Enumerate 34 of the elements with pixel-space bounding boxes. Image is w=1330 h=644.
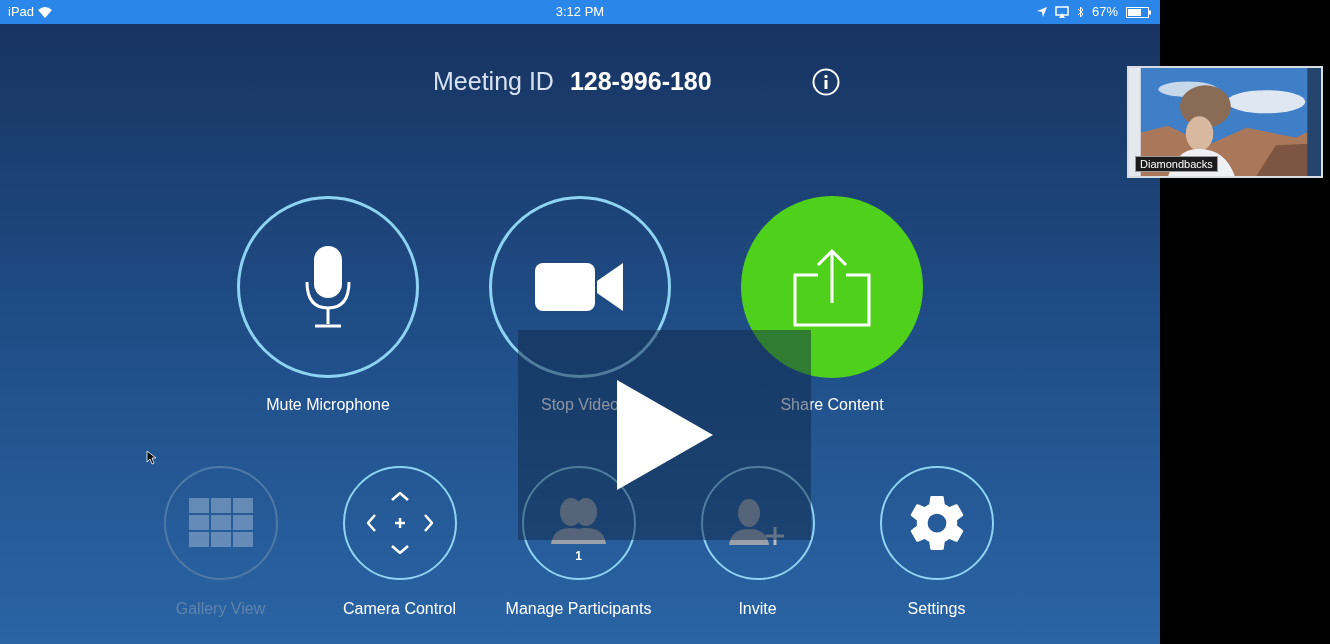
- video-thumbnail[interactable]: Diamondbacks: [1127, 66, 1323, 178]
- control-label: Share Content: [780, 395, 884, 415]
- airplay-icon: [1054, 6, 1069, 18]
- mouse-cursor-icon: [146, 450, 156, 465]
- control-label: Stop Video: [541, 395, 619, 415]
- participant-count: 1: [575, 548, 582, 564]
- wifi-icon: [38, 6, 53, 18]
- people-icon: [550, 498, 607, 544]
- bluetooth-icon: [1076, 6, 1084, 18]
- battery-percentage: 67%: [1091, 3, 1118, 22]
- control-button[interactable]: [700, 466, 815, 580]
- control-label: Camera Control: [343, 599, 456, 619]
- clock: 3:12 PM: [555, 3, 605, 22]
- device-name: iPad: [8, 3, 35, 22]
- video-camera-icon: [535, 261, 625, 313]
- microphone-icon: [303, 244, 353, 330]
- control-button[interactable]: [489, 196, 671, 378]
- info-icon[interactable]: [811, 68, 840, 96]
- participant-name: Diamondbacks: [1135, 156, 1218, 172]
- play-icon: [616, 380, 713, 490]
- meeting-id: 128-996-180: [569, 66, 712, 98]
- control-label: Mute Microphone: [266, 395, 390, 415]
- location-icon: [1036, 7, 1047, 17]
- share-icon: [791, 247, 873, 327]
- meeting-id-label: Meeting ID: [433, 66, 554, 98]
- direction-arrows-icon: [366, 492, 433, 554]
- battery-icon: [1126, 6, 1152, 18]
- control-button[interactable]: [237, 196, 419, 378]
- control-label: Settings: [907, 599, 966, 619]
- grid-icon: [188, 498, 253, 548]
- control-label: Manage Participants: [505, 599, 652, 619]
- control-button[interactable]: [879, 466, 994, 580]
- control-label: Invite: [738, 599, 777, 619]
- add-person-icon: [728, 499, 787, 547]
